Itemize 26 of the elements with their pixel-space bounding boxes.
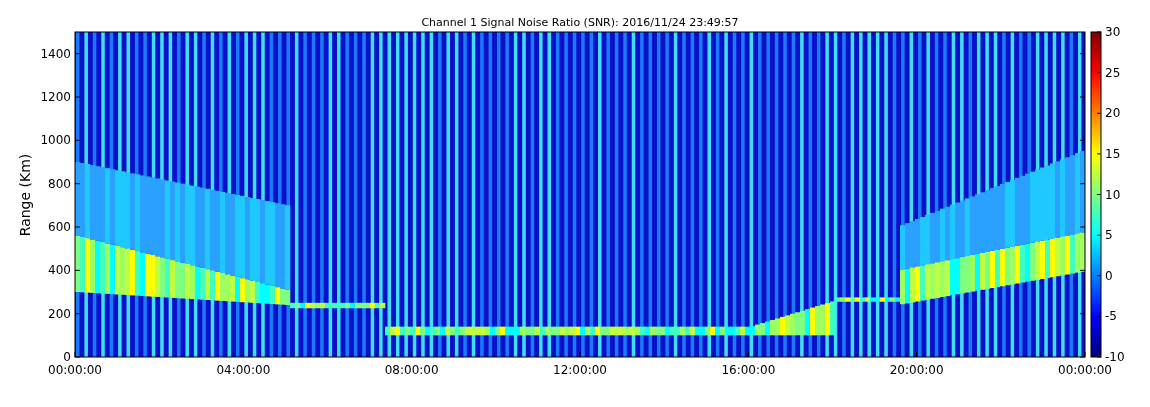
y-tick-label: 1200 — [40, 90, 71, 104]
y-tick-label: 0 — [63, 350, 71, 364]
colorbar-tick-label: 0 — [1105, 268, 1113, 283]
y-tick-label: 200 — [48, 306, 71, 321]
x-tick-label: 00:00:00 — [1058, 363, 1112, 377]
x-tick-label: 12:00:00 — [553, 363, 607, 377]
colorbar-tick-label: -5 — [1105, 309, 1117, 324]
y-tick-label: 800 — [48, 176, 71, 191]
x-tick-label: 16:00:00 — [721, 363, 776, 377]
x-tick-label: 08:00:00 — [384, 363, 439, 377]
x-tick-label: 00:00:00 — [48, 363, 102, 377]
y-tick-label: 1400 — [40, 46, 71, 61]
colorbar-tick-label: 5 — [1105, 228, 1113, 243]
colorbar-tick-label: -10 — [1105, 350, 1125, 364]
chart-title: Channel 1 Signal Noise Ratio (SNR): 2016/11/24 23:49:57 — [421, 16, 739, 29]
x-tick-label: 20:00:00 — [889, 363, 944, 377]
x-tick-label: 04:00:00 — [216, 363, 271, 377]
colorbar-tick-label: 10 — [1105, 187, 1121, 202]
colorbar-tick-label: 15 — [1105, 146, 1121, 161]
y-axis-label: Range (Km) — [17, 153, 33, 237]
y-tick-label: 1000 — [40, 133, 71, 148]
colorbar-tick-label: 20 — [1105, 106, 1121, 121]
y-tick-label: 400 — [48, 263, 71, 278]
colorbar-tick-label: 25 — [1105, 65, 1121, 80]
y-tick-label: 600 — [48, 220, 71, 234]
colorbar-tick-label: 30 — [1105, 25, 1121, 39]
